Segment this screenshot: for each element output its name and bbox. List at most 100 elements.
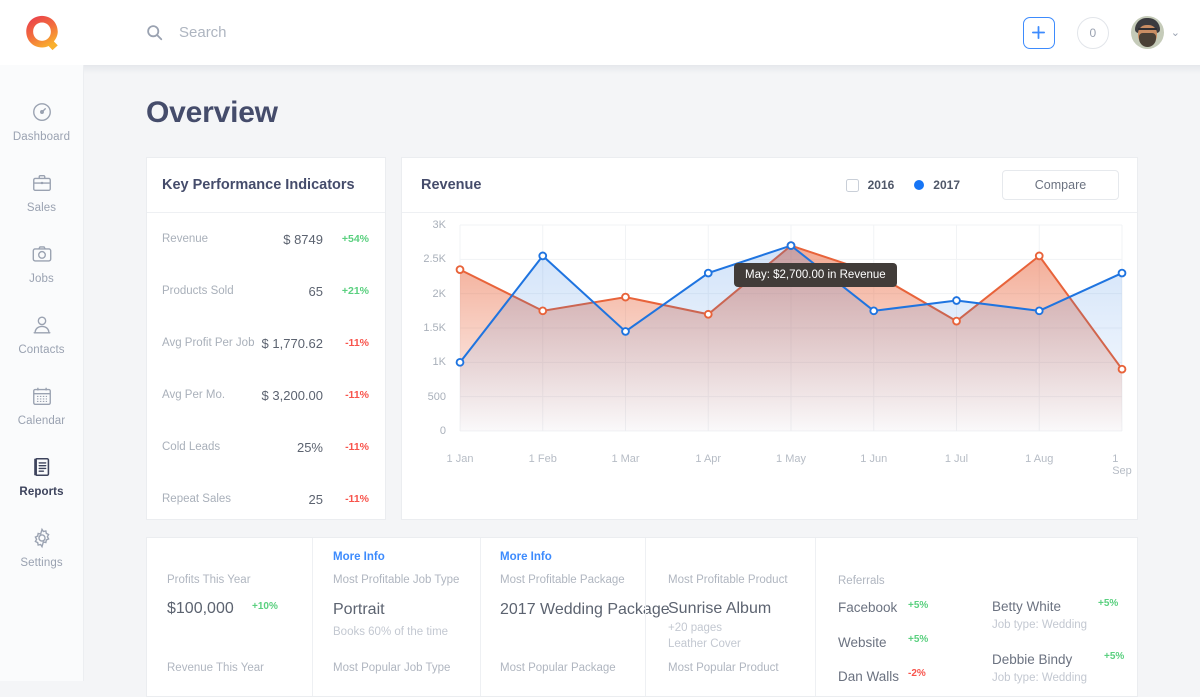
sidebar-item-settings[interactable]: Settings — [0, 525, 84, 569]
kpi-row: Revenue $ 8749 +54% — [147, 213, 385, 265]
kpi-label: Products Sold — [162, 285, 309, 297]
sidebar-item-calendar[interactable]: Calendar — [0, 383, 84, 427]
product-sub-cover: Leather Cover — [668, 638, 741, 650]
summary-card: Profits This Year $100,000 +10% Revenue … — [146, 537, 1138, 697]
search-input[interactable] — [179, 24, 499, 41]
logo[interactable] — [0, 12, 84, 54]
more-info-link[interactable]: More Info — [500, 551, 552, 563]
revenue-chart-header: Revenue 2016 2017 Compare — [402, 158, 1137, 213]
sidebar-item-label: Dashboard — [13, 131, 70, 143]
add-button[interactable] — [1023, 17, 1055, 49]
checkbox-icon[interactable] — [846, 179, 859, 192]
profits-value: $100,000 — [167, 600, 234, 618]
sidebar-item-reports[interactable]: Reports — [0, 454, 84, 498]
person-name: Debbie Bindy — [992, 652, 1072, 667]
popular-job-label: Most Popular Job Type — [333, 662, 450, 674]
person-delta: +5% — [1104, 651, 1124, 662]
header-actions: 0 ⌄ — [1023, 16, 1200, 49]
kpi-label: Avg Per Mo. — [162, 389, 262, 401]
gauge-icon — [31, 99, 53, 124]
kpi-row: Avg Per Mo. $ 3,200.00 -11% — [147, 369, 385, 421]
more-info-link[interactable]: More Info — [333, 551, 385, 563]
person-delta: +5% — [1098, 598, 1118, 609]
kpi-row: Repeat Sales 25 -11% — [147, 473, 385, 525]
revenue-title: Revenue — [421, 177, 481, 193]
document-icon — [31, 454, 53, 479]
sidebar-item-label: Calendar — [18, 415, 65, 427]
kpi-value: 25% — [297, 440, 323, 455]
sidebar: Dashboard Sales Jobs Contacts — [0, 65, 84, 681]
notification-badge[interactable]: 0 — [1077, 17, 1109, 49]
kpi-label: Cold Leads — [162, 441, 297, 453]
referral-name: Dan Walls — [838, 669, 899, 684]
chevron-down-icon: ⌄ — [1171, 26, 1180, 39]
profitable-job-label: Most Profitable Job Type — [333, 574, 459, 586]
kpi-title: Key Performance Indicators — [147, 158, 385, 213]
summary-col-referrals: Referrals Facebook +5% Website +5% Dan W… — [815, 538, 970, 697]
kpi-value: $ 8749 — [283, 232, 323, 247]
profitable-package-label: Most Profitable Package — [500, 574, 625, 586]
kpi-card: Key Performance Indicators Revenue $ 874… — [146, 157, 386, 520]
briefcase-icon — [31, 170, 53, 195]
legend-label: 2016 — [868, 178, 895, 192]
sidebar-item-contacts[interactable]: Contacts — [0, 312, 84, 356]
kpi-row: Avg Profit Per Job $ 1,770.62 -11% — [147, 317, 385, 369]
kpi-value: $ 3,200.00 — [262, 388, 323, 403]
profitable-job-sub: Books 60% of the time — [333, 626, 448, 638]
chart-legend: 2016 2017 Compare — [846, 170, 1119, 200]
kpi-delta: -11% — [335, 337, 369, 349]
avatar — [1131, 16, 1164, 49]
camera-icon — [31, 241, 53, 266]
legend-item-2016[interactable]: 2016 — [846, 178, 895, 192]
referral-name: Website — [838, 635, 887, 650]
person-sub: Job type: Wedding — [992, 672, 1087, 684]
referral-delta: -2% — [908, 668, 926, 679]
sidebar-item-label: Sales — [27, 202, 56, 214]
dot-icon[interactable] — [914, 180, 924, 190]
chart-tooltip: May: $2,700.00 in Revenue — [734, 263, 897, 287]
revenue-year-label: Revenue This Year — [167, 662, 264, 674]
referral-name: Facebook — [838, 600, 897, 615]
sidebar-item-dashboard[interactable]: Dashboard — [0, 99, 84, 143]
search-area[interactable] — [146, 24, 499, 41]
sidebar-item-label: Reports — [19, 486, 63, 498]
revenue-chart-card: Revenue 2016 2017 Compare 05001K1.5K2K2.… — [401, 157, 1138, 520]
summary-col-profits: Profits This Year $100,000 +10% Revenue … — [147, 538, 312, 697]
search-icon — [146, 24, 163, 41]
sidebar-item-sales[interactable]: Sales — [0, 170, 84, 214]
kpi-value: $ 1,770.62 — [262, 336, 323, 351]
gear-icon — [31, 525, 53, 550]
main-content: Overview Key Performance Indicators Reve… — [84, 65, 1200, 681]
summary-col-product: Most Profitable Product Sunrise Album +2… — [645, 538, 815, 697]
profitable-product-label: Most Profitable Product — [668, 574, 788, 586]
profits-label: Profits This Year — [167, 574, 251, 586]
kpi-label: Avg Profit Per Job — [162, 337, 262, 349]
summary-col-people: Betty White +5% Job type: Wedding Debbie… — [970, 538, 1138, 697]
kpi-delta: -11% — [335, 389, 369, 401]
legend-item-2017[interactable]: 2017 — [914, 178, 960, 192]
kpi-label: Repeat Sales — [162, 493, 309, 505]
kpi-value: 25 — [309, 492, 323, 507]
sidebar-item-jobs[interactable]: Jobs — [0, 241, 84, 285]
q-logo-icon — [21, 12, 63, 54]
kpi-delta: -11% — [335, 493, 369, 505]
kpi-list: Revenue $ 8749 +54% Products Sold 65 +21… — [147, 213, 385, 525]
app-header: 0 ⌄ — [0, 0, 1200, 65]
referral-delta: +5% — [908, 600, 928, 611]
plus-icon — [1031, 25, 1046, 40]
kpi-delta: +21% — [335, 285, 369, 297]
person-name: Betty White — [992, 599, 1061, 614]
referral-delta: +5% — [908, 634, 928, 645]
sidebar-item-label: Settings — [20, 557, 62, 569]
page-title: Overview — [146, 96, 1200, 130]
person-icon — [31, 312, 53, 337]
kpi-label: Revenue — [162, 233, 283, 245]
chart-svg — [402, 213, 1139, 520]
user-menu[interactable]: ⌄ — [1131, 16, 1180, 49]
summary-col-job-type: More Info Most Profitable Job Type Portr… — [312, 538, 480, 697]
referrals-label: Referrals — [838, 575, 885, 587]
compare-button[interactable]: Compare — [1002, 170, 1119, 200]
sidebar-item-label: Contacts — [18, 344, 64, 356]
person-sub: Job type: Wedding — [992, 619, 1087, 631]
calendar-icon — [31, 383, 53, 408]
